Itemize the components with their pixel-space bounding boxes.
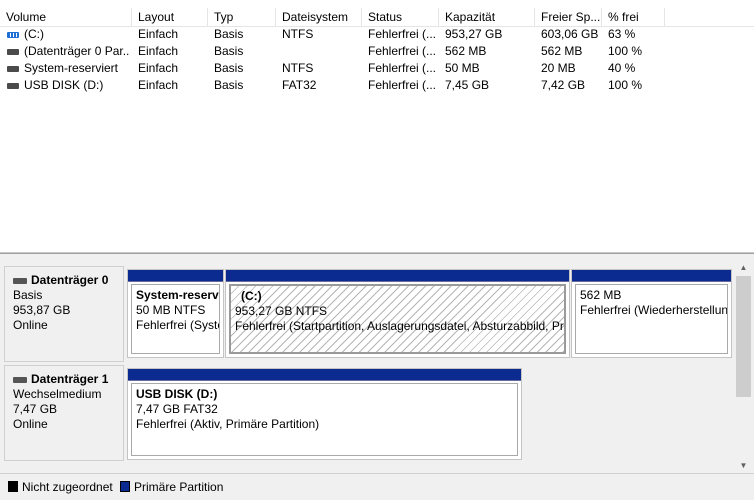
cell-layout: Einfach [138,78,179,92]
disk-graph-area[interactable]: Datenträger 0 Basis 953,87 GB Online Sys… [0,253,754,473]
cell-layout: Einfach [138,44,179,58]
cell-free-space: 603,06 GB [541,27,599,41]
disk-1-type: Wechselmedium [13,387,102,401]
disk-0-type: Basis [13,288,43,302]
partition-body-selected: (C:) 953,27 GB NTFS Fehlerfrei (Startpar… [229,284,566,354]
cell-percent-free: 40 % [608,61,636,75]
legend-primary-partition-label: Primäre Partition [134,480,224,494]
volume-icon [7,83,19,89]
cell-capacity: 562 MB [445,44,487,58]
cell-volume: (Datenträger 0 Par... [24,44,130,58]
disk-1-label[interactable]: Datenträger 1 Wechselmedium 7,47 GB Onli… [4,365,124,461]
disk-0-title-text: Datenträger 0 [31,273,109,287]
column-header-volume[interactable]: Volume [0,8,132,27]
table-row[interactable]: (C:) Einfach Basis NTFS Fehlerfrei (... … [0,26,754,43]
partition-status: Fehlerfrei (Startpartition, Auslagerungs… [235,319,566,333]
column-header-status[interactable]: Status [362,8,439,27]
cell-filesystem: NTFS [282,27,314,41]
striped-volume-icon [7,32,19,38]
partition-system-reserved[interactable]: System-reserv 50 MB NTFS Fehlerfrei (Sys… [127,269,224,358]
cell-filesystem: FAT32 [282,78,317,92]
column-header-filesystem[interactable]: Dateisystem [276,8,362,27]
cell-type: Basis [214,27,244,41]
legend: Nicht zugeordnet Primäre Partition [0,473,754,500]
cell-volume: System-reserviert [24,61,119,75]
cell-free-space: 20 MB [541,61,576,75]
primary-partition-swatch-icon [120,481,130,492]
cell-status: Fehlerfrei (... [368,27,437,41]
disk-1-size: 7,47 GB [13,402,58,416]
partition-c-drive[interactable]: (C:) 953,27 GB NTFS Fehlerfrei (Startpar… [225,269,570,358]
disk-icon [13,377,27,383]
cell-filesystem: NTFS [282,61,314,75]
table-row[interactable]: (Datenträger 0 Par... Einfach Basis Fehl… [0,43,754,60]
partition-name: USB DISK (D:) [136,387,218,401]
vertical-scrollbar[interactable]: ▲ ▼ [735,259,752,474]
cell-percent-free: 63 % [608,27,636,41]
partition-status: Fehlerfrei (Wiederherstellun [580,303,728,317]
disk-1-state: Online [13,417,48,431]
partition-size: 562 MB [580,288,622,302]
legend-unallocated-label: Nicht zugeordnet [22,480,113,494]
cell-type: Basis [214,61,244,75]
cell-volume: USB DISK (D:) [24,78,104,92]
partition-body: System-reserv 50 MB NTFS Fehlerfrei (Sys… [131,284,220,354]
partition-name: System-reserv [136,288,219,302]
cell-type: Basis [214,78,244,92]
column-header-free-space[interactable]: Freier Sp... [535,8,602,27]
cell-type: Basis [214,44,244,58]
cell-capacity: 7,45 GB [445,78,490,92]
column-header-capacity[interactable]: Kapazität [439,8,535,27]
partition-usb-disk[interactable]: USB DISK (D:) 7,47 GB FAT32 Fehlerfrei (… [127,368,522,460]
volume-icon [7,66,19,72]
scroll-down-icon[interactable]: ▼ [735,457,752,474]
partition-body: 562 MB Fehlerfrei (Wiederherstellun [575,284,728,354]
cell-capacity: 50 MB [445,61,480,75]
primary-partition-bar [572,270,731,282]
cell-layout: Einfach [138,61,179,75]
disk-0-state: Online [13,318,48,332]
scroll-up-icon[interactable]: ▲ [735,259,752,276]
cell-volume: (C:) [24,27,44,41]
scroll-thumb[interactable] [736,276,751,397]
disk-icon [13,278,27,284]
cell-status: Fehlerfrei (... [368,78,437,92]
partition-size: 50 MB NTFS [136,303,206,317]
legend-primary-partition: Primäre Partition [120,479,223,495]
partition-name: (C:) [241,289,262,303]
column-header-layout[interactable]: Layout [132,8,208,27]
cell-percent-free: 100 % [608,78,643,92]
primary-partition-bar [128,270,223,282]
list-header: Volume Layout Typ Dateisystem Status Kap… [0,8,754,27]
cell-status: Fehlerfrei (... [368,61,437,75]
cell-layout: Einfach [138,27,179,41]
disk-0-title: Datenträger 0 [13,273,115,288]
primary-partition-bar [226,270,569,282]
volume-icon [7,49,19,55]
column-header-percent-free[interactable]: % frei [602,8,665,27]
partition-status: Fehlerfrei (Syste [136,318,220,332]
legend-unallocated: Nicht zugeordnet [8,479,113,495]
partition-status: Fehlerfrei (Aktiv, Primäre Partition) [136,417,320,431]
unallocated-swatch-icon [8,481,18,492]
column-header-type[interactable]: Typ [208,8,276,27]
partition-recovery[interactable]: 562 MB Fehlerfrei (Wiederherstellun [571,269,732,358]
cell-filesystem [282,43,362,60]
volume-list[interactable]: Volume Layout Typ Dateisystem Status Kap… [0,0,754,253]
table-row[interactable]: USB DISK (D:) Einfach Basis FAT32 Fehler… [0,77,754,94]
cell-capacity: 953,27 GB [445,27,503,41]
disk-0-label[interactable]: Datenträger 0 Basis 953,87 GB Online [4,266,124,362]
cell-status: Fehlerfrei (... [368,44,437,58]
cell-percent-free: 100 % [608,44,643,58]
partition-size: 7,47 GB FAT32 [136,402,218,416]
cell-free-space: 7,42 GB [541,78,586,92]
primary-partition-bar [128,369,521,381]
disk-1-title: Datenträger 1 [13,372,115,387]
cell-free-space: 562 MB [541,44,583,58]
disk-0-size: 953,87 GB [13,303,71,317]
table-row[interactable]: System-reserviert Einfach Basis NTFS Feh… [0,60,754,77]
disk-1-title-text: Datenträger 1 [31,372,109,386]
partition-size: 953,27 GB NTFS [235,304,328,318]
partition-body: USB DISK (D:) 7,47 GB FAT32 Fehlerfrei (… [131,383,518,456]
